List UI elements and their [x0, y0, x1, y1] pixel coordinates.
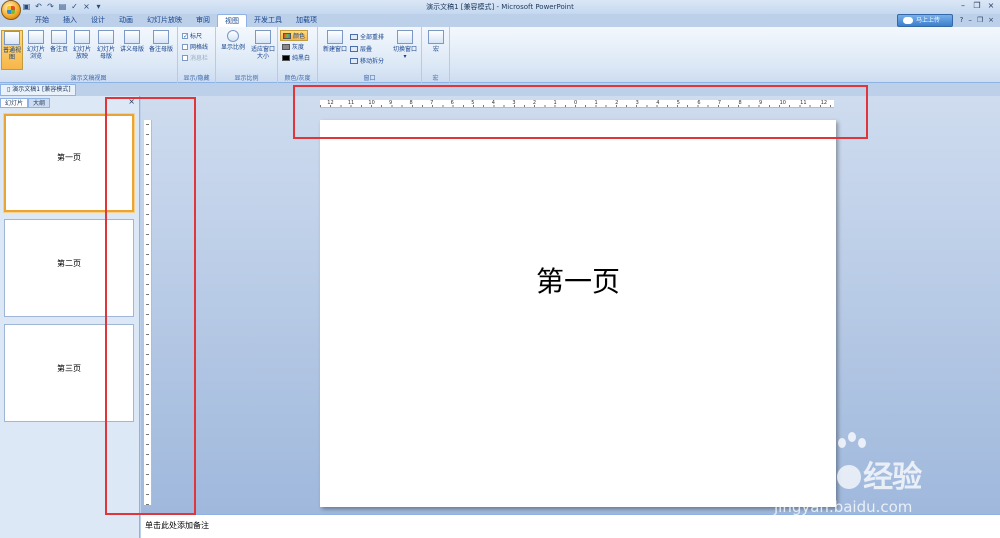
annotation-box-vertical-ruler: [105, 97, 196, 515]
group-presentation-views: 普通视图 幻灯片浏览 备注页 幻灯片放映 幻灯片母版 讲义母版 备注母版 演示文…: [0, 27, 178, 83]
ribbon-minimize-icon[interactable]: –: [968, 16, 972, 24]
cascade-icon: [350, 45, 358, 52]
arrange-all-icon: [350, 33, 358, 40]
paw-icon: [837, 465, 862, 489]
cloud-icon: [903, 17, 913, 24]
macro-button[interactable]: 宏: [425, 30, 447, 53]
group-color-grayscale: 颜色 灰度 纯黑白 颜色/灰度: [278, 27, 318, 83]
group-label-macro: 宏: [432, 75, 439, 82]
tab-slides[interactable]: 幻灯片: [0, 98, 29, 108]
group-zoom: 显示比例 适应窗口大小 显示比例: [216, 27, 278, 83]
upload-button[interactable]: 马上上传: [897, 14, 953, 27]
notes-page-button[interactable]: 备注页: [48, 30, 70, 53]
group-show-hide: ✓ 标尺 网格线 消息栏 显示/隐藏: [178, 27, 216, 83]
baidu-watermark: Bai 经验 jingyan.baidu.com: [764, 430, 1000, 530]
ribbon-tabs: 开始 插入 设计 动画 幻灯片放映 审阅 视图 开发工具 加载项: [28, 14, 324, 27]
group-label-color: 颜色/灰度: [284, 75, 311, 82]
slides-panel-tabs: 幻灯片 大纲: [0, 98, 51, 108]
group-macro: 宏 宏: [422, 27, 450, 83]
close-icon[interactable]: ×: [984, 0, 998, 11]
notes-master-button[interactable]: 备注母版: [147, 30, 175, 53]
ribbon: 普通视图 幻灯片浏览 备注页 幻灯片放映 幻灯片母版 讲义母版 备注母版 演示文…: [0, 27, 1000, 83]
slideshow-button[interactable]: 幻灯片放映: [71, 30, 93, 60]
move-split-button[interactable]: 移动拆分: [350, 56, 384, 65]
tab-insert[interactable]: 插入: [56, 14, 84, 27]
title-bar: ▣ ↶ ↷ ▤ ✓ × ▾ 演示文稿1 [兼容模式] - Microsoft P…: [0, 0, 1000, 14]
color-swatch-icon: [283, 32, 291, 39]
slide-title[interactable]: 第一页: [320, 260, 836, 300]
gridlines-checkbox[interactable]: 网格线: [182, 42, 208, 51]
notes-placeholder: 单击此处添加备注: [145, 521, 209, 530]
fit-to-window-button[interactable]: 适应窗口大小: [249, 30, 277, 60]
help-area: ? – ❐ ×: [960, 16, 994, 24]
group-label-window: 窗口: [363, 75, 376, 82]
notes-master-icon: [153, 30, 169, 44]
new-window-icon: [327, 30, 343, 44]
annotation-box-horizontal-ruler: [293, 85, 868, 139]
bw-swatch-icon: [282, 54, 290, 61]
zoom-button[interactable]: 显示比例: [219, 30, 247, 51]
group-label-show-hide: 显示/隐藏: [183, 75, 210, 82]
watermark-url: jingyan.baidu.com: [774, 498, 913, 516]
fit-window-icon: [255, 30, 271, 44]
handout-master-button[interactable]: 讲义母版: [119, 30, 145, 53]
message-bar-checkbox[interactable]: 消息栏: [182, 53, 208, 62]
ruler-check-icon: ✓: [182, 32, 189, 40]
normal-view-icon: [4, 31, 20, 45]
group-label-views: 演示文稿视图: [70, 75, 107, 82]
group-window: 新建窗口 全部重排 层叠 移动拆分 切换窗口 ▾ 窗口: [318, 27, 422, 83]
magnifier-icon: [227, 30, 239, 42]
grayscale-button[interactable]: 灰度: [282, 42, 304, 51]
ribbon-close-icon[interactable]: ×: [988, 16, 994, 24]
switch-window-icon: [397, 30, 413, 44]
help-icon[interactable]: ?: [960, 16, 964, 24]
arrange-all-button[interactable]: 全部重排: [350, 32, 384, 41]
slideshow-icon: [74, 30, 90, 44]
ruler-checkbox[interactable]: ✓ 标尺: [182, 31, 202, 40]
window-controls: – ❐ ×: [956, 0, 998, 11]
group-label-zoom: 显示比例: [234, 75, 259, 82]
office-button[interactable]: [1, 0, 21, 20]
black-white-button[interactable]: 纯黑白: [282, 53, 310, 62]
window-title: 演示文稿1 [兼容模式] - Microsoft PowerPoint: [426, 3, 574, 11]
normal-view-button[interactable]: 普通视图: [1, 30, 23, 70]
tab-view[interactable]: 视图: [217, 14, 247, 27]
cascade-button[interactable]: 层叠: [350, 44, 372, 53]
tab-review[interactable]: 审阅: [189, 14, 217, 27]
notes-page-icon: [51, 30, 67, 44]
tab-addins[interactable]: 加载项: [289, 14, 324, 27]
upload-label: 马上上传: [916, 17, 941, 24]
chevron-down-icon: ▾: [403, 53, 407, 60]
tab-animations[interactable]: 动画: [112, 14, 140, 27]
tab-slideshow[interactable]: 幻灯片放映: [140, 14, 189, 27]
slide-sorter-button[interactable]: 幻灯片浏览: [25, 30, 47, 60]
slide-canvas[interactable]: 第一页: [320, 120, 836, 507]
move-split-icon: [350, 57, 358, 64]
handout-master-icon: [124, 30, 140, 44]
grayscale-swatch-icon: [282, 43, 290, 50]
tab-developer[interactable]: 开发工具: [247, 14, 289, 27]
macro-icon: [428, 30, 444, 44]
tab-home[interactable]: 开始: [28, 14, 56, 27]
document-tab[interactable]: ▯ 演示文稿1 [兼容模式]: [0, 84, 76, 96]
slide-master-icon: [98, 30, 114, 44]
minimize-icon[interactable]: –: [956, 0, 970, 11]
tab-outline[interactable]: 大纲: [28, 98, 51, 108]
restore-icon[interactable]: ❐: [970, 0, 984, 11]
ribbon-restore-icon[interactable]: ❐: [977, 16, 983, 24]
new-window-button[interactable]: 新建窗口: [320, 30, 350, 53]
watermark-brand: Bai 经验: [774, 455, 922, 496]
switch-window-button[interactable]: 切换窗口 ▾: [390, 30, 420, 60]
slide-sorter-icon: [28, 30, 44, 44]
slide-master-button[interactable]: 幻灯片母版: [95, 30, 117, 60]
color-button[interactable]: 颜色: [280, 30, 309, 41]
tab-design[interactable]: 设计: [84, 14, 112, 27]
